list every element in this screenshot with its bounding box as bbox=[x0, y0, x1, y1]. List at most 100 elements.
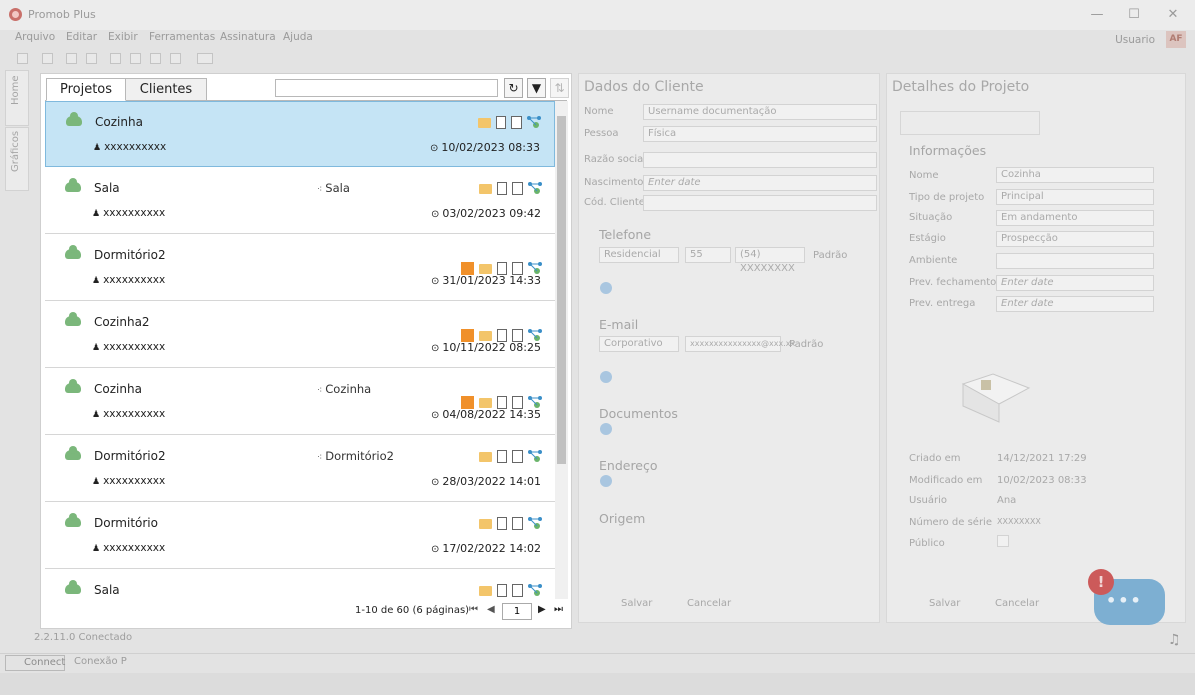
share-tree-icon[interactable] bbox=[528, 396, 542, 409]
connect-button[interactable]: Connect bbox=[5, 655, 65, 671]
user-label[interactable]: Usuario bbox=[1115, 34, 1155, 46]
export-icon[interactable] bbox=[512, 329, 523, 342]
folder-icon[interactable] bbox=[479, 452, 492, 462]
folder-icon[interactable] bbox=[479, 264, 492, 274]
pd-publico-checkbox[interactable] bbox=[997, 535, 1009, 547]
last-page-icon[interactable]: ⏭ bbox=[554, 604, 563, 615]
client-nome-field[interactable]: Username documentação bbox=[643, 104, 877, 120]
pd-save-button[interactable]: Salvar bbox=[929, 598, 960, 609]
layout-icon[interactable] bbox=[197, 53, 213, 64]
folder-icon[interactable] bbox=[478, 118, 491, 128]
sort-button[interactable]: ⇅ bbox=[550, 78, 569, 98]
pd-cancel-button[interactable]: Cancelar bbox=[995, 598, 1039, 609]
duplicate-icon[interactable] bbox=[497, 396, 507, 409]
filter-button[interactable]: ▼ bbox=[527, 78, 546, 98]
email-type-select[interactable]: Corporativo bbox=[599, 336, 679, 352]
email-address-field[interactable]: xxxxxxxxxxxxxxx@xxx.xx bbox=[685, 336, 795, 352]
folder-icon[interactable] bbox=[479, 184, 492, 194]
menu-arquivo[interactable]: Arquivo bbox=[15, 31, 55, 43]
menu-exibir[interactable]: Exibir bbox=[108, 31, 138, 43]
phone-type-select[interactable]: Residencial bbox=[599, 247, 679, 263]
search-input[interactable] bbox=[275, 79, 498, 97]
cut-icon[interactable] bbox=[110, 53, 121, 64]
client-nascimento-field[interactable]: Enter date bbox=[643, 175, 877, 191]
project-row[interactable]: Dormitório2 ⁖ Dormitório2 ♟ xxxxxxxxxx ⊙ 28/03… bbox=[45, 436, 555, 502]
side-tab-graficos[interactable]: Gráficos bbox=[5, 127, 29, 191]
client-razao-field[interactable] bbox=[643, 152, 877, 168]
project-row[interactable]: Sala bbox=[45, 570, 555, 599]
duplicate-icon[interactable] bbox=[496, 116, 506, 129]
project-row[interactable]: Sala ⁖ Sala ♟ xxxxxxxxxx ⊙ 03/02/2023 09:42 bbox=[45, 168, 555, 234]
user-avatar[interactable]: AF bbox=[1166, 31, 1186, 48]
paste-icon[interactable] bbox=[150, 53, 161, 64]
delete-icon[interactable] bbox=[170, 53, 181, 64]
side-tab-home[interactable]: Home bbox=[5, 70, 29, 126]
client-pessoa-select[interactable]: Física bbox=[643, 126, 877, 142]
export-icon[interactable] bbox=[512, 396, 523, 409]
next-page-icon[interactable]: ▶ bbox=[538, 604, 546, 615]
menu-ferramentas[interactable]: Ferramentas bbox=[149, 31, 215, 43]
menu-assinatura[interactable]: Assinatura bbox=[220, 31, 276, 43]
pd-entrega-field[interactable]: Enter date bbox=[996, 296, 1154, 312]
duplicate-icon[interactable] bbox=[497, 329, 507, 342]
pd-fechamento-field[interactable]: Enter date bbox=[996, 275, 1154, 291]
prev-page-icon[interactable]: ◀ bbox=[487, 604, 495, 615]
details-tab-strip[interactable] bbox=[900, 111, 1040, 135]
pd-estagio-select[interactable]: Prospecção bbox=[996, 231, 1154, 247]
contact-card-icon[interactable] bbox=[461, 262, 474, 275]
maximize-button[interactable]: ☐ bbox=[1124, 6, 1144, 24]
save-icon[interactable] bbox=[17, 53, 28, 64]
folder-icon[interactable] bbox=[479, 398, 492, 408]
bell-icon[interactable]: ♫ bbox=[1168, 632, 1181, 648]
duplicate-icon[interactable] bbox=[497, 182, 507, 195]
folder-icon[interactable] bbox=[479, 586, 492, 596]
add-address-icon[interactable] bbox=[600, 475, 612, 487]
redo-icon[interactable] bbox=[86, 53, 97, 64]
share-tree-icon[interactable] bbox=[528, 182, 542, 195]
contact-card-icon[interactable] bbox=[461, 329, 474, 342]
pd-situacao-select[interactable]: Em andamento bbox=[996, 210, 1154, 226]
export-icon[interactable] bbox=[512, 450, 523, 463]
client-save-button[interactable]: Salvar bbox=[621, 598, 652, 609]
contact-card-icon[interactable] bbox=[461, 396, 474, 409]
duplicate-icon[interactable] bbox=[497, 584, 507, 597]
tab-clientes[interactable]: Clientes bbox=[125, 78, 207, 101]
undo-icon[interactable] bbox=[66, 53, 77, 64]
copy-icon[interactable] bbox=[130, 53, 141, 64]
print-icon[interactable] bbox=[42, 53, 53, 64]
client-cancel-button[interactable]: Cancelar bbox=[687, 598, 731, 609]
tab-projetos[interactable]: Projetos bbox=[46, 78, 126, 101]
pd-tipo-select[interactable]: Principal bbox=[996, 189, 1154, 205]
share-tree-icon[interactable] bbox=[527, 116, 541, 129]
project-row[interactable]: Dormitório ♟ xxxxxxxxxx ⊙ 17/02/2022 14:02 bbox=[45, 503, 555, 569]
project-row[interactable]: Cozinha2 ♟ xxxxxxxxxx ⊙ 10/11/2022 08:25 bbox=[45, 302, 555, 368]
folder-icon[interactable] bbox=[479, 519, 492, 529]
export-icon[interactable] bbox=[512, 584, 523, 597]
project-row[interactable]: Cozinha ♟ xxxxxxxxxx ⊙ 10/02/2023 08:33 bbox=[45, 101, 555, 167]
menu-editar[interactable]: Editar bbox=[66, 31, 97, 43]
pd-ambiente-select[interactable] bbox=[996, 253, 1154, 269]
menu-ajuda[interactable]: Ajuda bbox=[283, 31, 313, 43]
share-tree-icon[interactable] bbox=[528, 329, 542, 342]
phone-code-select[interactable]: 55 bbox=[685, 247, 731, 263]
refresh-button[interactable]: ↻ bbox=[504, 78, 523, 98]
pd-nome-field[interactable]: Cozinha bbox=[996, 167, 1154, 183]
export-icon[interactable] bbox=[511, 116, 522, 129]
add-email-icon[interactable] bbox=[600, 371, 612, 383]
export-icon[interactable] bbox=[512, 182, 523, 195]
minimize-button[interactable]: — bbox=[1087, 6, 1107, 24]
folder-icon[interactable] bbox=[479, 331, 492, 341]
export-icon[interactable] bbox=[512, 262, 523, 275]
project-row[interactable]: Dormitório2 ♟ xxxxxxxxxx ⊙ 31/01/2023 14:33 bbox=[45, 235, 555, 301]
share-tree-icon[interactable] bbox=[528, 450, 542, 463]
client-cod-field[interactable] bbox=[643, 195, 877, 211]
add-document-icon[interactable] bbox=[600, 423, 612, 435]
first-page-icon[interactable]: ⏮ bbox=[469, 604, 478, 615]
export-icon[interactable] bbox=[512, 517, 523, 530]
phone-number-field[interactable]: (54) XXXXXXXX bbox=[735, 247, 805, 274]
add-phone-icon[interactable] bbox=[600, 282, 612, 294]
duplicate-icon[interactable] bbox=[497, 262, 507, 275]
page-number-input[interactable] bbox=[502, 603, 532, 620]
duplicate-icon[interactable] bbox=[497, 450, 507, 463]
share-tree-icon[interactable] bbox=[528, 517, 542, 530]
